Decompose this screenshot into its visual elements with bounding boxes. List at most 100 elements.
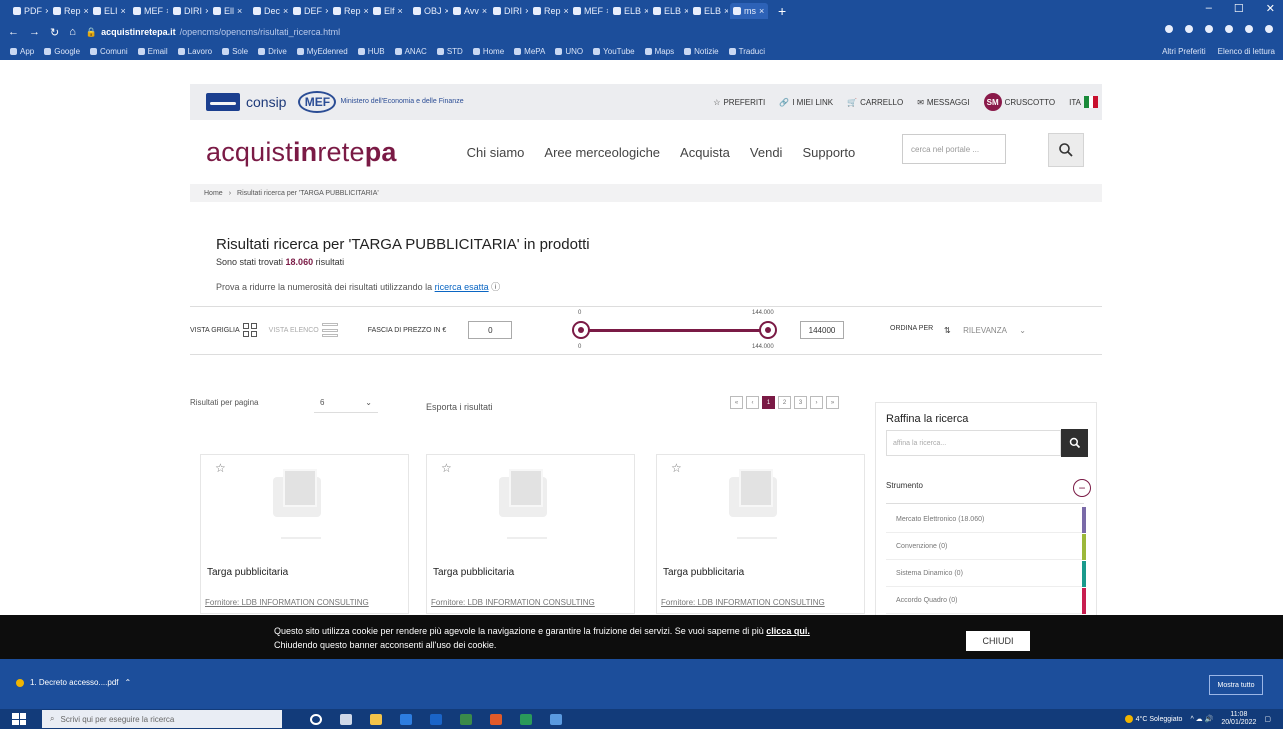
taskbar-search[interactable]: ⌕ Scrivi qui per eseguire la ricerca xyxy=(42,710,282,728)
tab-close-icon[interactable]: × xyxy=(121,6,126,16)
browser-tab[interactable]: Rep × xyxy=(330,3,368,19)
browser-tab[interactable]: ELB × xyxy=(650,3,688,19)
nav-supporto[interactable]: Supporto xyxy=(802,145,855,160)
weather-widget[interactable]: 4°C Soleggiato xyxy=(1124,715,1182,723)
page-button[interactable]: » xyxy=(826,396,839,409)
close-window-icon[interactable]: ✕ xyxy=(1266,2,1275,15)
browser-tab[interactable]: OBJ × xyxy=(410,3,448,19)
miei-link-link[interactable]: 🔗 I MIEI LINK xyxy=(779,98,833,107)
tab-close-icon[interactable]: × xyxy=(166,6,168,16)
app-icon[interactable] xyxy=(550,713,562,725)
browser-tab[interactable]: ELB × xyxy=(690,3,728,19)
extension-icon[interactable] xyxy=(1225,25,1233,33)
nav-acquista[interactable]: Acquista xyxy=(680,145,730,160)
export-results-link[interactable]: Esporta i risultati xyxy=(426,402,493,412)
tab-close-icon[interactable]: × xyxy=(205,6,208,16)
tab-close-icon[interactable]: × xyxy=(237,6,242,16)
browser-tab[interactable]: MEF× xyxy=(570,3,608,19)
bookmark-item[interactable]: App xyxy=(10,47,34,56)
info-icon[interactable]: ⓘ xyxy=(491,282,500,292)
slider-max-handle[interactable] xyxy=(759,321,777,339)
tab-close-icon[interactable]: × xyxy=(325,6,328,16)
url-field[interactable]: 🔒 acquistinretepa.it/opencms/opencms/ris… xyxy=(86,27,340,38)
product-supplier[interactable]: Fornitore: LDB INFORMATION CONSULTING xyxy=(205,598,369,607)
tab-close-icon[interactable]: × xyxy=(482,6,487,16)
chrome-icon[interactable] xyxy=(520,713,532,725)
product-name[interactable]: Targa pubblicitaria xyxy=(663,567,744,578)
file-explorer-icon[interactable] xyxy=(370,713,382,725)
browser-tab[interactable]: ms × xyxy=(730,3,768,19)
extension-icon[interactable] xyxy=(1205,25,1213,33)
cruscotto-link[interactable]: SM CRUSCOTTO xyxy=(983,93,1055,111)
filter-option[interactable]: Mercato Elettronico (18.060) xyxy=(886,507,1086,533)
page-button[interactable]: ‹ xyxy=(746,396,759,409)
cookie-more-link[interactable]: clicca qui. xyxy=(766,626,810,636)
tab-close-icon[interactable]: × xyxy=(684,6,688,16)
messaggi-link[interactable]: ✉ MESSAGGI xyxy=(917,98,969,107)
bookmark-other[interactable]: Altri Preferiti xyxy=(1162,47,1206,56)
bookmark-item[interactable]: MePA xyxy=(514,47,545,56)
minimize-icon[interactable]: – xyxy=(1206,2,1212,15)
bookmark-item[interactable]: Lavoro xyxy=(177,47,212,56)
bookmark-item[interactable]: Sole xyxy=(222,47,248,56)
price-min-input[interactable]: 0 xyxy=(468,321,513,339)
browser-tab[interactable]: DEF × xyxy=(290,3,328,19)
filter-option[interactable]: Accordo Quadro (0) xyxy=(886,588,1086,614)
clock[interactable]: 11:08 20/01/2022 xyxy=(1221,711,1256,727)
refine-search-input[interactable]: affina la ricerca... xyxy=(886,430,1061,456)
tab-close-icon[interactable]: × xyxy=(525,6,528,16)
filter-option[interactable]: Sistema Dinamico (0) xyxy=(886,561,1086,587)
sort-select[interactable]: ⇅ RILEVANZA ⌄ xyxy=(940,320,1030,340)
tab-close-icon[interactable]: × xyxy=(364,6,368,16)
bookmark-item[interactable]: UNO xyxy=(555,47,583,56)
browser-tab[interactable]: ELB × xyxy=(610,3,648,19)
excel-icon[interactable] xyxy=(460,713,472,725)
nav-aree-merceologiche[interactable]: Aree merceologiche xyxy=(544,145,660,160)
page-button[interactable]: 3 xyxy=(794,396,807,409)
tab-close-icon[interactable]: × xyxy=(606,6,608,16)
tab-close-icon[interactable]: × xyxy=(644,6,648,16)
bookmark-item[interactable]: Comuni xyxy=(90,47,128,56)
bookmark-item[interactable]: Maps xyxy=(644,47,674,56)
breadcrumb-home[interactable]: Home xyxy=(204,190,223,197)
bookmark-item[interactable]: Traduci xyxy=(728,47,765,56)
price-max-input[interactable]: 144000 xyxy=(800,321,844,339)
browser-tab[interactable]: Elf × xyxy=(370,3,408,19)
home-icon[interactable]: ⌂ xyxy=(69,26,76,39)
product-card[interactable]: ☆ Targa pubblicitaria Fornitore: LDB INF… xyxy=(426,454,635,614)
page-button[interactable]: 2 xyxy=(778,396,791,409)
list-view-toggle[interactable]: VISTA ELENCO xyxy=(269,323,338,337)
tray-icons[interactable]: ^ ☁ 🔊 xyxy=(1190,715,1213,723)
filter-option[interactable]: Convenzione (0) xyxy=(886,534,1086,560)
grid-view-toggle[interactable]: VISTA GRIGLIA xyxy=(190,323,257,337)
portal-search-input[interactable]: cerca nel portale ... xyxy=(902,134,1006,164)
acquistinretepa-logo[interactable]: acquistinretepa xyxy=(206,137,397,168)
bookmark-item[interactable]: Drive xyxy=(258,47,287,56)
tab-close-icon[interactable]: × xyxy=(445,6,448,16)
bookmark-item[interactable]: Email xyxy=(137,47,168,56)
windows-start-icon[interactable] xyxy=(12,713,26,725)
carrello-link[interactable]: 🛒 CARRELLO xyxy=(847,98,903,107)
mef-logo[interactable]: MEF Ministero dell'Economia e delle Fina… xyxy=(298,91,464,113)
bookmark-item[interactable]: MyEdenred xyxy=(296,47,348,56)
product-supplier[interactable]: Fornitore: LDB INFORMATION CONSULTING xyxy=(661,598,825,607)
bookmark-reading-list[interactable]: Elenco di lettura xyxy=(1218,47,1275,56)
bookmark-item[interactable]: ANAC xyxy=(394,47,427,56)
nav-vendi[interactable]: Vendi xyxy=(750,145,783,160)
tab-close-icon[interactable]: × xyxy=(398,6,403,16)
consip-logo[interactable]: consip xyxy=(206,93,286,111)
browser-tab[interactable]: DIRI × xyxy=(490,3,528,19)
page-button[interactable]: « xyxy=(730,396,743,409)
bookmark-star-icon[interactable] xyxy=(1165,25,1173,33)
tab-close-icon[interactable]: × xyxy=(283,6,288,16)
browser-tab[interactable]: Avv × xyxy=(450,3,488,19)
browser-tab[interactable]: Ell × xyxy=(210,3,248,19)
tab-close-icon[interactable]: × xyxy=(724,6,728,16)
exact-search-link[interactable]: ricerca esatta xyxy=(435,282,489,292)
favorite-star-icon[interactable]: ☆ xyxy=(441,461,452,475)
tab-close-icon[interactable]: × xyxy=(84,6,88,16)
favorite-star-icon[interactable]: ☆ xyxy=(671,461,682,475)
menu-icon[interactable] xyxy=(1265,25,1273,33)
store-icon[interactable] xyxy=(400,713,412,725)
reload-icon[interactable]: ↻ xyxy=(50,26,59,39)
